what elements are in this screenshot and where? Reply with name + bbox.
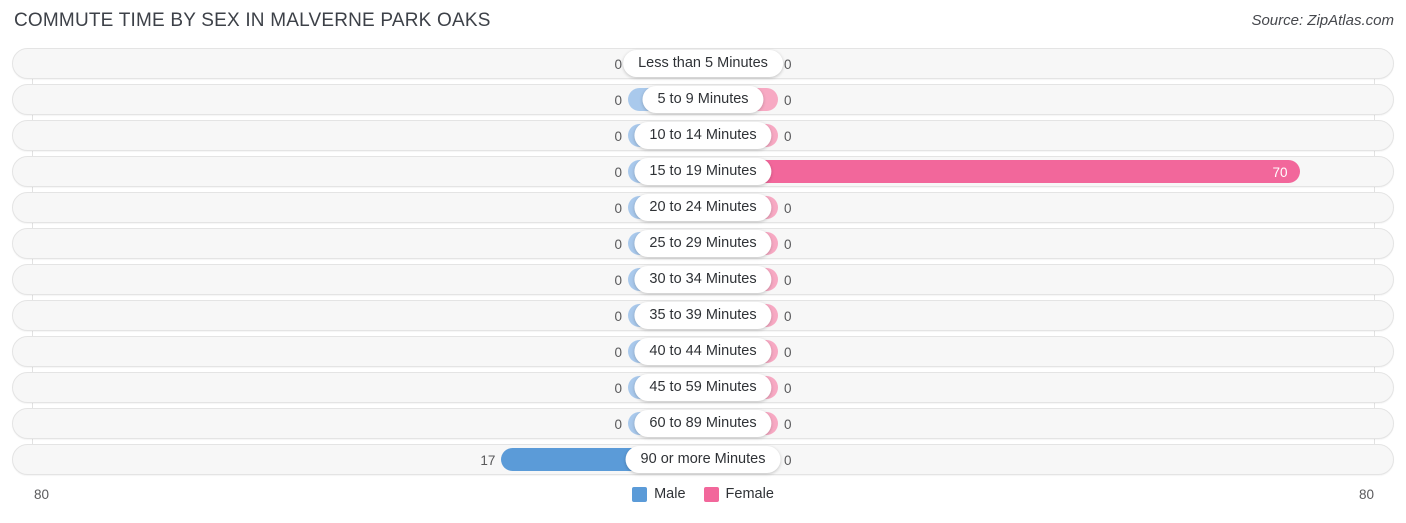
value-label-male: 0 bbox=[614, 237, 622, 252]
table-row[interactable]: 0 0 45 to 59 Minutes bbox=[12, 372, 1394, 403]
value-label-female: 70 bbox=[1272, 165, 1288, 180]
table-row[interactable]: 0 0 30 to 34 Minutes bbox=[12, 264, 1394, 295]
table-row[interactable]: 0 0 20 to 24 Minutes bbox=[12, 192, 1394, 223]
value-label-male: 0 bbox=[614, 309, 622, 324]
legend-item-female[interactable]: Female bbox=[703, 486, 774, 502]
table-row[interactable]: 0 0 60 to 89 Minutes bbox=[12, 408, 1394, 439]
value-label-female: 0 bbox=[784, 93, 792, 108]
legend-swatch-male-icon bbox=[632, 486, 648, 502]
legend-label-female: Female bbox=[725, 486, 774, 502]
value-label-male: 0 bbox=[614, 129, 622, 144]
category-label-pill[interactable]: 60 to 89 Minutes bbox=[634, 410, 772, 437]
value-label-male: 0 bbox=[614, 417, 622, 432]
table-row[interactable]: 0 0 25 to 29 Minutes bbox=[12, 228, 1394, 259]
table-row[interactable]: 0 0 5 to 9 Minutes bbox=[12, 84, 1394, 115]
category-label-pill[interactable]: 10 to 14 Minutes bbox=[634, 122, 772, 149]
table-row[interactable]: 0 0 35 to 39 Minutes bbox=[12, 300, 1394, 331]
value-label-female: 0 bbox=[784, 345, 792, 360]
value-label-female: 0 bbox=[784, 201, 792, 216]
legend-item-male[interactable]: Male bbox=[632, 486, 686, 502]
value-label-male: 0 bbox=[614, 201, 622, 216]
legend-label-male: Male bbox=[654, 486, 686, 502]
value-label-female: 0 bbox=[784, 237, 792, 252]
plot-area: 0 0 Less than 5 Minutes 0 0 5 to 9 Minutes 0 0 1… bbox=[12, 48, 1394, 483]
page-title: COMMUTE TIME BY SEX IN MALVERNE PARK OAK… bbox=[14, 10, 491, 31]
table-row[interactable]: 0 0 40 to 44 Minutes bbox=[12, 336, 1394, 367]
value-label-female: 0 bbox=[784, 309, 792, 324]
table-row[interactable]: 0 0 Less than 5 Minutes bbox=[12, 48, 1394, 79]
table-row[interactable]: 17 0 90 or more Minutes bbox=[12, 444, 1394, 475]
category-label-pill[interactable]: 40 to 44 Minutes bbox=[634, 338, 772, 365]
value-label-male: 0 bbox=[614, 345, 622, 360]
value-label-male: 0 bbox=[614, 93, 622, 108]
value-label-male: 0 bbox=[614, 165, 622, 180]
category-label-pill[interactable]: 15 to 19 Minutes bbox=[634, 158, 772, 185]
category-label-pill[interactable]: 5 to 9 Minutes bbox=[642, 86, 764, 113]
table-row[interactable]: 0 70 15 to 19 Minutes bbox=[12, 156, 1394, 187]
value-label-female: 0 bbox=[784, 273, 792, 288]
chart-page: COMMUTE TIME BY SEX IN MALVERNE PARK OAK… bbox=[0, 0, 1406, 523]
category-label-pill[interactable]: 35 to 39 Minutes bbox=[634, 302, 772, 329]
value-label-male: 0 bbox=[614, 381, 622, 396]
source-attribution: Source: ZipAtlas.com bbox=[1251, 12, 1394, 29]
value-label-male: 0 bbox=[614, 273, 622, 288]
value-label-female: 0 bbox=[784, 381, 792, 396]
chart-legend: Male Female bbox=[0, 486, 1406, 502]
category-label-pill[interactable]: 25 to 29 Minutes bbox=[634, 230, 772, 257]
bar-row-list: 0 0 Less than 5 Minutes 0 0 5 to 9 Minutes 0 0 1… bbox=[12, 48, 1394, 480]
category-label-pill[interactable]: 45 to 59 Minutes bbox=[634, 374, 772, 401]
value-label-female: 0 bbox=[784, 129, 792, 144]
category-label-pill[interactable]: 90 or more Minutes bbox=[625, 446, 781, 473]
value-label-male: 17 bbox=[480, 453, 496, 468]
category-label-pill[interactable]: Less than 5 Minutes bbox=[623, 50, 783, 77]
category-label-pill[interactable]: 30 to 34 Minutes bbox=[634, 266, 772, 293]
table-row[interactable]: 0 0 10 to 14 Minutes bbox=[12, 120, 1394, 151]
legend-swatch-female-icon bbox=[703, 486, 719, 502]
category-label-pill[interactable]: 20 to 24 Minutes bbox=[634, 194, 772, 221]
value-label-female: 0 bbox=[784, 417, 792, 432]
